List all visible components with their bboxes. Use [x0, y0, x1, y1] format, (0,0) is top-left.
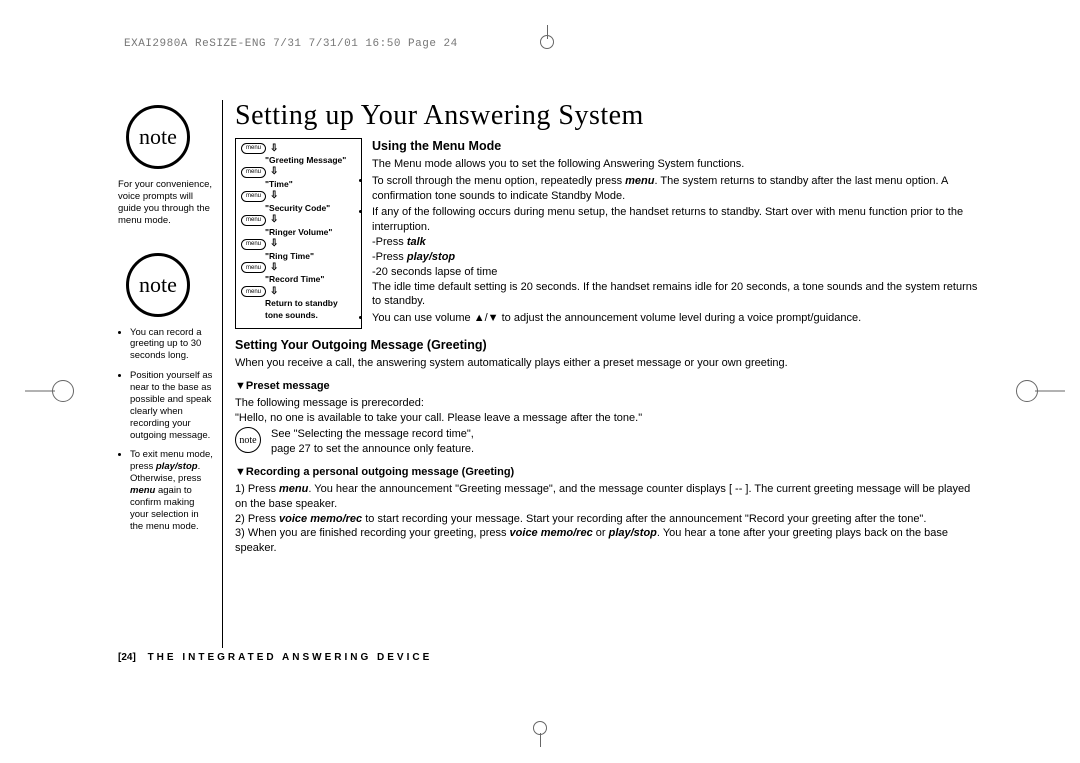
menu-pill-icon: menu: [241, 191, 266, 202]
menu-flow-item: "Time": [265, 179, 356, 191]
menu-flow-item: "Ring Time": [265, 251, 356, 263]
note-circle-icon: note: [126, 253, 190, 317]
down-arrow-icon: ⇩: [270, 287, 278, 297]
menu-flow-item: "Record Time": [265, 274, 356, 286]
menu-pill-icon: menu: [241, 262, 266, 273]
down-arrow-icon: ⇩: [270, 215, 278, 225]
section-intro: When you receive a call, the answering s…: [235, 356, 980, 371]
down-arrow-icon: ⇩: [270, 263, 278, 273]
menu-pill-icon: menu: [241, 215, 266, 226]
list-item: To exit menu mode, press play/stop. Othe…: [130, 449, 213, 532]
down-arrow-icon: ⇩: [270, 191, 278, 201]
side-note-1-text: For your convenience, voice prompts will…: [118, 179, 213, 227]
page-content: note For your convenience, voice prompts…: [100, 70, 980, 693]
down-arrow-icon: ⇩: [270, 144, 278, 154]
list-item: You can use volume ▲/▼ to adjust the ann…: [253, 311, 980, 326]
page-footer: [24] THE INTEGRATED ANSWERING DEVICE: [118, 652, 432, 663]
outgoing-message-section: Setting Your Outgoing Message (Greeting)…: [235, 337, 980, 556]
step-1: 1) Press menu. You hear the announcement…: [235, 482, 980, 512]
preset-line-1: The following message is prerecorded:: [235, 396, 980, 411]
crop-mark-bottom: [533, 721, 547, 735]
crop-mark-top: [540, 35, 554, 49]
subsection-heading: ▼Recording a personal outgoing message (…: [235, 465, 980, 480]
menu-flow-item: "Ringer Volume": [265, 227, 356, 239]
menu-pill-icon: menu: [241, 239, 266, 250]
step-2: 2) Press voice memo/rec to start recordi…: [235, 512, 980, 527]
down-arrow-icon: ⇩: [270, 239, 278, 249]
step-3: 3) When you are finished recording your …: [235, 526, 980, 556]
menu-pill-icon: menu: [241, 143, 266, 154]
down-arrow-icon: ⇩: [270, 167, 278, 177]
section-heading: Setting Your Outgoing Message (Greeting): [235, 337, 980, 354]
print-meta-header: EXAI2980A ReSIZE-ENG 7/31 7/31/01 16:50 …: [124, 38, 458, 50]
side-column: note For your convenience, voice prompts…: [118, 105, 213, 541]
menu-flow-item: "Security Code": [265, 203, 356, 215]
preset-line-2: "Hello, no one is available to take your…: [235, 411, 980, 426]
list-item: To scroll through the menu option, repea…: [253, 174, 980, 204]
menu-flow-box: menu ⇩ "Greeting Message" menu ⇩ "Time" me…: [235, 138, 362, 329]
subsection-heading: ▼Preset message: [235, 379, 980, 394]
footer-title: THE INTEGRATED ANSWERING DEVICE: [148, 652, 433, 663]
list-item: Position yourself as near to the base as…: [130, 370, 213, 441]
menu-flow-final: Return to standby tone sounds.: [265, 298, 356, 322]
inline-note: note See "Selecting the message record t…: [235, 427, 980, 457]
list-item: If any of the following occurs during me…: [253, 205, 980, 309]
side-note-2-list: You can record a greeting up to 30 secon…: [118, 327, 213, 533]
main-column: Setting up Your Answering System menu ⇩ "…: [235, 100, 980, 556]
note-circle-icon: note: [235, 427, 261, 453]
list-item: You can record a greeting up to 30 secon…: [130, 327, 213, 363]
page-number: [24]: [118, 652, 136, 663]
column-divider: [222, 100, 223, 648]
page-title: Setting up Your Answering System: [235, 100, 980, 132]
menu-pill-icon: menu: [241, 286, 266, 297]
note-circle-icon: note: [126, 105, 190, 169]
menu-pill-icon: menu: [241, 167, 266, 178]
menu-flow-item: "Greeting Message": [265, 155, 356, 167]
